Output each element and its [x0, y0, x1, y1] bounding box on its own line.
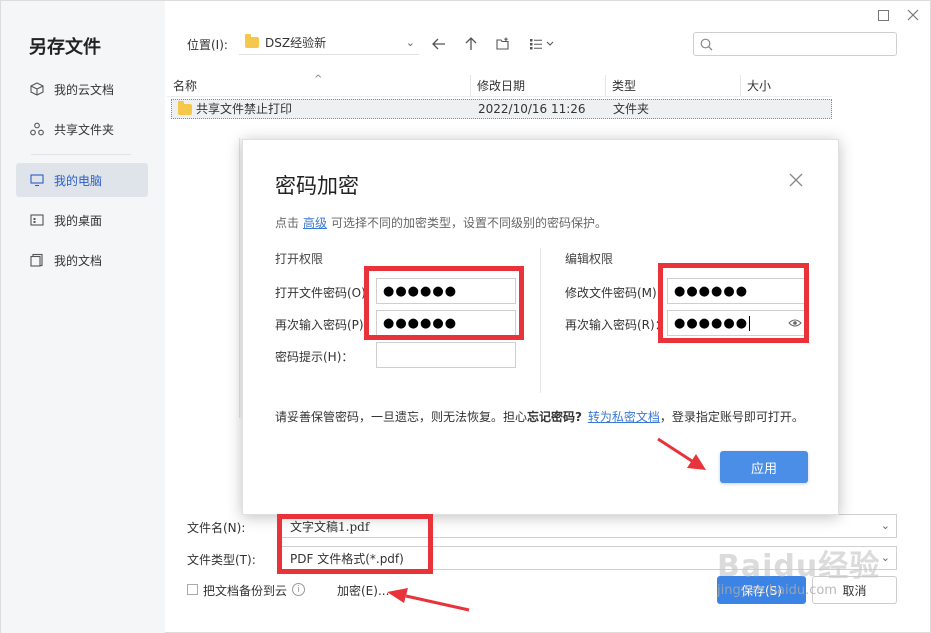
advanced-link[interactable]: 高级	[303, 216, 327, 230]
sidebar-item-label: 我的桌面	[54, 213, 103, 228]
section-divider	[540, 248, 541, 393]
password-encryption-dialog: 密码加密 点击 高级 可选择不同的加密类型，设置不同级别的密码保护。 打开权限 编辑…	[242, 139, 839, 515]
location-value: DSZ经验新	[265, 36, 327, 50]
search-icon	[700, 38, 713, 50]
backup-to-cloud-label: 把文档备份到云	[203, 584, 288, 598]
filename-input[interactable]: 文字文稿1.pdf ⌄	[281, 514, 897, 538]
open-password-label: 打开文件密码(O)	[275, 286, 366, 300]
arrow-to-encrypt-icon	[387, 588, 470, 612]
maximize-icon	[877, 9, 889, 21]
location-select[interactable]: DSZ经验新 ⌄	[239, 31, 419, 55]
open-confirm-input[interactable]: ●●●●●●	[376, 310, 516, 336]
up-button[interactable]	[461, 34, 481, 54]
filetype-value: PDF 文件格式(*.pdf)	[290, 551, 404, 566]
file-size	[742, 100, 830, 118]
monitor-icon	[30, 173, 44, 187]
password-warning-note: 请妥善保管密码，一旦遗忘，则无法恢复。担心忘记密码? 转为私密文档，登录指定账号…	[275, 410, 804, 424]
filename-label: 文件名(N):	[187, 521, 246, 535]
save-file-dialog: 另存文件 我的云文档 共享文件夹 我的电脑 我的桌面 我的文档 位置(I): D…	[0, 0, 931, 633]
sidebar-item-cloud-docs[interactable]: 我的云文档	[16, 72, 148, 106]
filename-value: 文字文稿1.pdf	[290, 519, 370, 534]
share-icon	[30, 122, 44, 136]
password-hint-input[interactable]	[376, 342, 516, 368]
folder-icon	[245, 34, 259, 48]
open-confirm-label: 再次输入密码(P)	[275, 318, 364, 332]
maximize-button[interactable]	[873, 5, 893, 25]
edit-password-input[interactable]: ●●●●●●	[667, 278, 807, 304]
apply-button[interactable]: 应用	[720, 451, 808, 483]
sort-up-icon: ^	[314, 74, 323, 85]
sidebar-item-label: 我的电脑	[54, 173, 103, 188]
baidu-watermark: Baidu经验	[717, 549, 881, 584]
search-input[interactable]	[717, 37, 896, 51]
sidebar-item-my-computer[interactable]: 我的电脑	[16, 163, 148, 197]
column-header-type[interactable]: 类型	[606, 75, 741, 97]
sidebar-divider	[31, 154, 131, 155]
list-view-icon	[530, 39, 554, 50]
sidebar-item-my-documents[interactable]: 我的文档	[16, 243, 148, 277]
cloud-cube-icon	[30, 82, 44, 96]
sidebar-item-my-desktop[interactable]: 我的桌面	[16, 203, 148, 237]
chevron-down-icon: ⌄	[880, 519, 890, 532]
sidebar-item-label: 共享文件夹	[54, 122, 115, 137]
open-permission-heading: 打开权限	[275, 252, 324, 266]
eye-icon[interactable]	[788, 316, 802, 330]
file-list-header: 名称 ^ 修改日期 类型 大小	[167, 74, 832, 97]
info-icon[interactable]: i	[292, 583, 305, 596]
file-date: 2022/10/16 11:26	[478, 102, 586, 116]
edit-permission-heading: 编辑权限	[565, 252, 614, 266]
encrypt-button[interactable]: 加密(E)...	[337, 582, 389, 599]
document-icon	[30, 253, 44, 267]
desktop-icon	[30, 213, 44, 227]
back-button[interactable]	[429, 34, 449, 54]
open-password-input[interactable]: ●●●●●●	[376, 278, 516, 304]
column-header-date[interactable]: 修改日期	[471, 75, 606, 97]
location-label: 位置(I):	[187, 38, 228, 52]
password-dialog-title: 密码加密	[275, 174, 359, 198]
baidu-watermark-url: jingyan.baidu.com	[717, 583, 837, 598]
column-header-name[interactable]: 名称 ^	[167, 74, 471, 97]
sidebar-item-label: 我的云文档	[54, 82, 115, 97]
arrow-left-icon	[432, 38, 445, 50]
search-box[interactable]	[693, 32, 897, 56]
sidebar-item-label: 我的文档	[54, 253, 103, 268]
backup-to-cloud-checkbox[interactable]	[187, 584, 198, 595]
filetype-label: 文件类型(T):	[187, 553, 256, 567]
table-row[interactable]: 共享文件禁止打印 2022/10/16 11:26 文件夹	[171, 99, 832, 119]
close-icon	[789, 173, 803, 187]
close-window-button[interactable]	[903, 5, 923, 25]
password-dialog-description: 点击 高级 可选择不同的加密类型，设置不同级别的密码保护。	[275, 216, 608, 230]
arrow-up-icon	[465, 37, 477, 50]
password-dialog-close-button[interactable]	[789, 168, 803, 193]
new-folder-icon	[496, 37, 509, 50]
password-hint-label: 密码提示(H)：	[275, 350, 354, 364]
chevron-down-icon: ⌄	[880, 551, 890, 564]
column-header-size[interactable]: 大小	[741, 75, 832, 97]
file-type: 文件夹	[613, 102, 650, 116]
edit-password-label: 修改文件密码(M)	[565, 286, 657, 300]
close-icon	[907, 9, 919, 21]
edit-confirm-label: 再次输入密码(R)：	[565, 318, 667, 332]
dialog-title: 另存文件	[29, 37, 101, 58]
sidebar-item-shared-folder[interactable]: 共享文件夹	[16, 112, 148, 146]
chevron-down-icon: ⌄	[405, 36, 415, 49]
private-doc-link[interactable]: 转为私密文档	[588, 410, 660, 424]
folder-icon	[178, 100, 192, 115]
file-name: 共享文件禁止打印	[196, 102, 293, 116]
view-mode-button[interactable]	[527, 34, 559, 54]
new-folder-button[interactable]	[493, 34, 513, 54]
edit-confirm-input[interactable]: ●●●●●●	[667, 310, 807, 336]
